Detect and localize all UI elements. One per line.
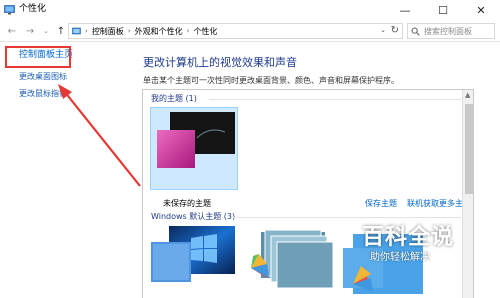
theme-name: 未保存的主题 (163, 199, 211, 208)
change-desktop-icons-link[interactable]: 更改桌面图标 (19, 72, 67, 82)
maximize-button[interactable]: ☐ (424, 0, 462, 20)
change-mouse-pointer-link[interactable]: 更改鼠标指针 (19, 89, 67, 99)
breadcrumb: › 控制面板 › 外观和个性化 › 个性化 (85, 26, 217, 37)
search-placeholder: 搜索控制面板 (424, 27, 472, 36)
scroll-thumb[interactable] (465, 104, 473, 194)
theme-preview (157, 112, 235, 168)
watermark-slogan: 助你轻松解决 (370, 252, 430, 263)
theme-tile-lines[interactable] (251, 229, 334, 289)
watermark: 百科全说 助你轻松解决 (322, 222, 500, 298)
scroll-up-icon[interactable]: ▲ (465, 91, 470, 99)
breadcrumb-control-panel[interactable]: 控制面板 (92, 26, 124, 37)
breadcrumb-separator: › (127, 27, 131, 35)
recent-locations-button[interactable]: ⌄ (40, 25, 52, 37)
page-description: 单击某个主题可一次性同时更改桌面背景、颜色、声音和屏幕保护程序。 (143, 76, 399, 85)
close-icon: ✕ (476, 3, 486, 17)
windows-themes-heading: Windows 默认主题 (3) (151, 212, 236, 221)
highlight-box (5, 46, 71, 68)
window-title: 个性化 (19, 4, 47, 14)
theme-tile-unsaved[interactable]: 未保存的主题 (150, 107, 238, 208)
save-theme-link[interactable]: 保存主题 (365, 199, 397, 209)
chevron-down-icon: ⌄ (43, 27, 49, 35)
forward-button[interactable]: → (24, 25, 36, 37)
breadcrumb-separator: › (85, 27, 88, 35)
back-button[interactable]: ← (6, 25, 18, 37)
personalization-icon (4, 5, 15, 15)
back-arrow-icon: ← (7, 25, 17, 37)
page-title: 更改计算机上的视觉效果和声音 (143, 56, 297, 69)
watermark-brand: 百科全说 (362, 225, 455, 250)
breadcrumb-separator: › (186, 27, 190, 35)
theme-tile-windows[interactable] (151, 226, 235, 282)
navigation-bar: ← → ⌄ ↑ › 控制面板 › 外观和个性化 › 个性化 ⌄ ↻ 搜索控制面板 (0, 20, 500, 42)
task-pane: 控制面板主页 更改桌面图标 更改鼠标指针 (0, 43, 140, 298)
title-bar: 个性化 — ☐ ✕ (0, 0, 500, 20)
control-panel-icon (72, 27, 81, 35)
divider (233, 217, 461, 218)
breadcrumb-appearance[interactable]: 外观和个性化 (135, 26, 183, 37)
close-button[interactable]: ✕ (462, 0, 500, 20)
divider (209, 99, 461, 100)
search-box[interactable]: 搜索控制面板 (407, 23, 495, 39)
search-icon (411, 27, 420, 36)
address-dropdown-icon[interactable]: ⌄ (380, 26, 386, 34)
up-arrow-icon: ↑ (56, 25, 66, 37)
address-bar[interactable]: › 控制面板 › 外观和个性化 › 个性化 ⌄ ↻ (68, 23, 403, 39)
minimize-button[interactable]: — (386, 0, 424, 20)
personalization-window: 个性化 — ☐ ✕ ← → ⌄ ↑ › 控制面板 › 外观和个性化 › 个性化 … (0, 0, 500, 298)
maximize-icon: ☐ (438, 3, 448, 17)
up-button[interactable]: ↑ (55, 25, 67, 37)
breadcrumb-personalization[interactable]: 个性化 (193, 26, 217, 37)
refresh-icon[interactable]: ↻ (391, 25, 399, 36)
minimize-icon: — (399, 3, 411, 17)
forward-arrow-icon: → (25, 25, 35, 37)
my-themes-heading: 我的主题 (1) (151, 94, 197, 103)
